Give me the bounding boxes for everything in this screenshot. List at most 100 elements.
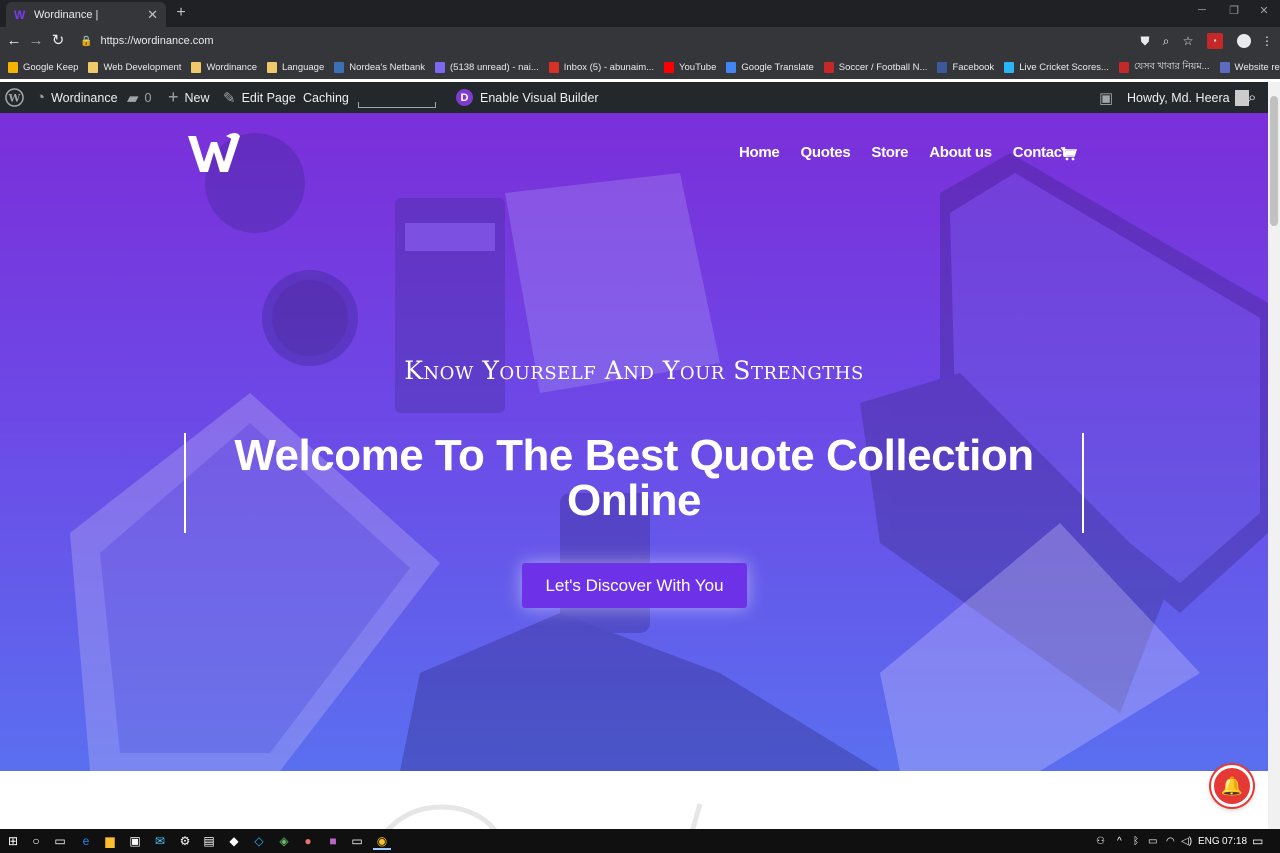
tab-favicon-icon: W: [14, 7, 26, 22]
hero-subheading: Know Yourself And Your Strengths: [404, 356, 864, 385]
bookmark-favicon-icon: [266, 61, 277, 73]
app-icon[interactable]: ◆: [225, 832, 243, 850]
app-purple-icon[interactable]: ■: [324, 832, 342, 850]
nav-link-home[interactable]: Home: [739, 144, 780, 161]
edge-icon[interactable]: e: [77, 832, 95, 850]
bookmark-item[interactable]: Live Cricket Scores...: [1004, 61, 1109, 73]
wp-caching-link[interactable]: Caching: [303, 82, 349, 113]
windows-start-icon[interactable]: ⊞: [4, 832, 22, 850]
url-text: https://wordinance.com: [100, 35, 214, 47]
hero-headline: Welcome To The Best Quote Collection Onl…: [234, 431, 1034, 525]
bookmark-label: (5138 unread) - nai...: [450, 61, 539, 73]
bookmark-star-icon[interactable]: ☆: [1180, 33, 1196, 49]
bookmark-item[interactable]: Nordea's Netbank: [334, 61, 426, 73]
bookmark-label: Google Keep: [23, 61, 79, 73]
wp-edit-page-link[interactable]: ✎ Edit Page: [223, 82, 296, 113]
caching-progress-indicator: [358, 102, 436, 108]
nav-link-quotes[interactable]: Quotes: [800, 144, 850, 161]
nav-link-about-us[interactable]: About us: [929, 144, 992, 161]
scrollbar-thumb[interactable]: [1270, 96, 1278, 226]
wp-comments-link[interactable]: ▰ 0: [127, 82, 152, 113]
bookmark-item[interactable]: YouTube: [664, 61, 716, 73]
terminal-icon[interactable]: ▭: [348, 832, 366, 850]
bookmark-item[interactable]: Web Development: [88, 61, 182, 73]
settings-gear-icon[interactable]: ⚙: [176, 832, 194, 850]
wp-admin-bar: W ◔ Wordinance ▰ 0 + New ✎ Edit Page Cac…: [0, 82, 1268, 113]
wp-search-icon[interactable]: ⌕: [1248, 82, 1256, 113]
headline-left-divider: [184, 433, 186, 533]
bookmark-item[interactable]: Wordinance: [191, 61, 257, 73]
nav-link-store[interactable]: Store: [871, 144, 908, 161]
wp-notifications-link[interactable]: ▣: [1099, 82, 1119, 113]
windows-taskbar: ⊞ ○ ▭ e ▆ ▣ ✉ ⚙ ▤ ◆ ◇ ◈ ● ■ ▭ ◉ ⚇ ^ ᛒ ▭ …: [0, 829, 1280, 853]
bookmark-item[interactable]: Language: [266, 61, 324, 73]
discover-button[interactable]: Let's Discover With You: [522, 563, 747, 608]
cart-icon[interactable]: [1061, 147, 1078, 161]
nav-link-contact[interactable]: Contact: [1013, 144, 1067, 161]
profile-avatar-icon[interactable]: [1237, 34, 1251, 48]
restore-icon[interactable]: ❐: [1224, 4, 1244, 20]
visual-builder-label: Enable Visual Builder: [480, 90, 599, 105]
address-bar[interactable]: 🔒 https://wordinance.com: [74, 30, 1124, 52]
wp-new-link[interactable]: + New: [168, 82, 210, 113]
wifi-icon[interactable]: ◠: [1166, 829, 1175, 853]
language-indicator[interactable]: ENG: [1198, 829, 1220, 853]
mail-icon[interactable]: ✉: [151, 832, 169, 850]
bookmark-label: Web Development: [103, 61, 182, 73]
pencil-icon: ✎: [223, 89, 236, 107]
bookmark-favicon-icon: [191, 61, 202, 73]
notification-bell-icon[interactable]: 🔔: [1211, 765, 1253, 807]
extension-icon[interactable]: ▪: [1207, 33, 1223, 49]
tray-people-icon[interactable]: ⚇: [1096, 829, 1105, 853]
action-center-icon[interactable]: ▭: [1252, 829, 1263, 853]
bookmark-item[interactable]: Google Keep: [8, 61, 79, 73]
window-close-icon[interactable]: ✕: [1254, 4, 1274, 20]
wp-visual-builder-link[interactable]: D Enable Visual Builder: [456, 82, 599, 113]
bookmark-label: Nordea's Netbank: [349, 61, 426, 73]
store-icon[interactable]: ▣: [126, 832, 144, 850]
svg-text:W: W: [8, 92, 21, 104]
app-red-icon[interactable]: ●: [299, 832, 317, 850]
back-icon[interactable]: ←: [4, 31, 24, 51]
bookmark-item[interactable]: Google Translate: [726, 61, 814, 73]
bookmark-favicon-icon: [937, 61, 948, 73]
task-view-icon[interactable]: ▭: [51, 832, 69, 850]
bookmark-item[interactable]: Soccer / Football N...: [823, 61, 927, 73]
new-tab-icon[interactable]: +: [172, 4, 190, 22]
bookmark-item[interactable]: (5138 unread) - nai...: [435, 61, 539, 73]
tab-title: Wordinance |: [34, 8, 99, 21]
browser-tab[interactable]: W Wordinance | ✕: [6, 2, 166, 27]
tray-chevron-icon[interactable]: ^: [1117, 829, 1122, 853]
bookmark-item[interactable]: Website review | tec...: [1219, 61, 1280, 73]
forward-icon[interactable]: →: [26, 31, 46, 51]
bluetooth-icon[interactable]: ᛒ: [1133, 829, 1139, 853]
bookmark-item[interactable]: যেসব খাবার নিয়ম...: [1118, 60, 1210, 75]
decorative-watermark: [385, 803, 703, 829]
reload-icon[interactable]: ↻: [48, 31, 68, 51]
cortana-search-icon[interactable]: ○: [27, 832, 45, 850]
wordpress-logo-icon[interactable]: W: [5, 82, 24, 113]
zoom-icon[interactable]: ⌕: [1158, 33, 1174, 49]
dashboard-gauge-icon: ◔: [36, 89, 46, 106]
calculator-icon[interactable]: ▤: [200, 832, 218, 850]
app-diamond-icon[interactable]: ◈: [275, 832, 293, 850]
bookmark-label: Facebook: [952, 61, 995, 73]
volume-icon[interactable]: ◁): [1181, 829, 1192, 853]
headline-right-divider: [1082, 433, 1084, 533]
menu-kebab-icon[interactable]: ⋮: [1259, 33, 1275, 49]
wp-site-link[interactable]: ◔ Wordinance: [36, 82, 118, 113]
clock[interactable]: 07:18: [1222, 829, 1247, 853]
bookmark-label: Live Cricket Scores...: [1019, 61, 1109, 73]
wordinance-logo[interactable]: [186, 130, 242, 176]
file-explorer-icon[interactable]: ▆: [101, 832, 119, 850]
vscode-icon[interactable]: ◇: [250, 832, 268, 850]
bookmark-item[interactable]: Inbox (5) - abunaim...: [548, 61, 654, 73]
chrome-taskbar-icon[interactable]: ◉: [373, 832, 391, 850]
minimize-icon[interactable]: ─: [1192, 4, 1212, 20]
wp-account-link[interactable]: Howdy, Md. Heera: [1127, 82, 1249, 113]
battery-icon[interactable]: ▭: [1148, 829, 1157, 853]
bookmark-item[interactable]: Facebook: [937, 61, 995, 73]
translate-icon[interactable]: ⛊: [1137, 33, 1153, 49]
notification-icon: ▣: [1099, 89, 1114, 107]
tab-close-icon[interactable]: ✕: [147, 7, 158, 23]
